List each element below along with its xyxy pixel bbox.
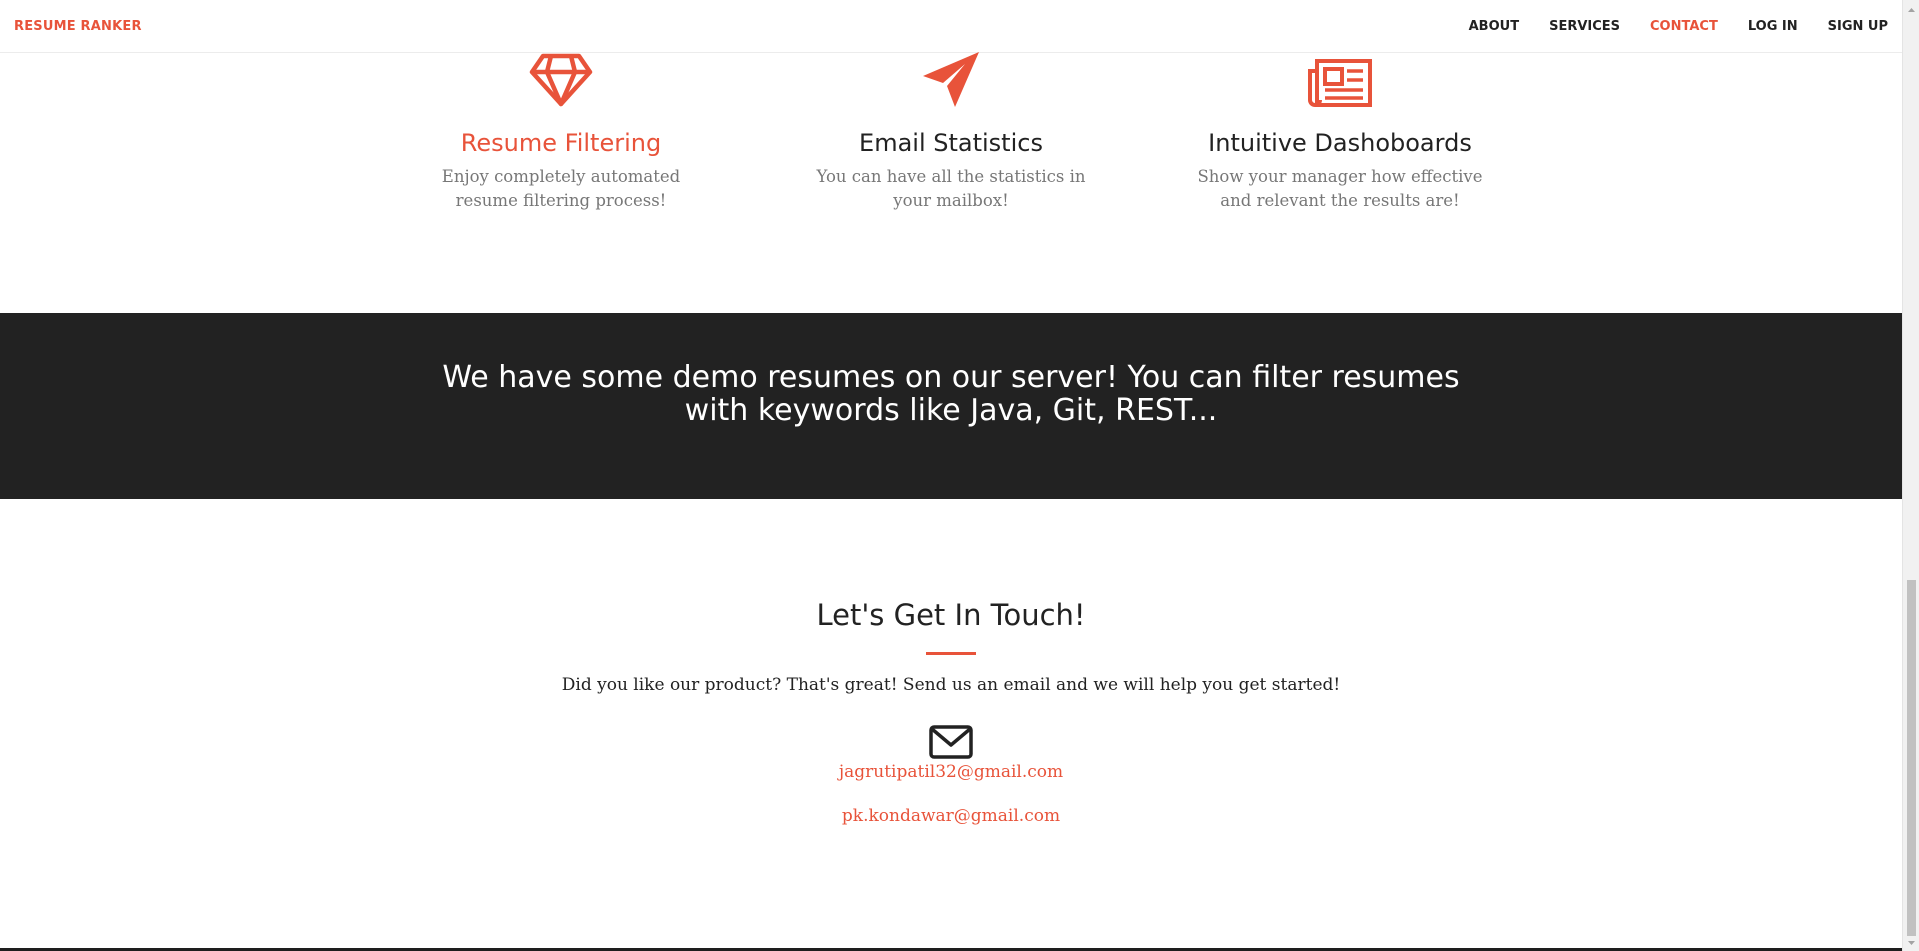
service-intuitive-dashboards: Intuitive Dashoboards Show your manager … <box>1170 52 1510 213</box>
nav-link-services[interactable]: SERVICES <box>1549 19 1620 34</box>
service-email-statistics: Email Statistics You can have all the st… <box>781 52 1121 213</box>
newspaper-icon <box>1170 52 1510 108</box>
contact-text: Did you like our product? That's great! … <box>561 675 1341 695</box>
scroll-up-arrow-icon[interactable] <box>1903 2 1919 16</box>
nav-link-contact[interactable]: CONTACT <box>1650 19 1718 34</box>
brand-logo-link[interactable]: RESUME RANKER <box>14 19 142 34</box>
service-resume-filtering: Resume Filtering Enjoy completely automa… <box>391 52 731 213</box>
diamond-icon <box>391 52 731 108</box>
service-description: Enjoy completely automated resume filter… <box>441 167 681 210</box>
email-link[interactable]: jagrutipatil32@gmail.com <box>0 762 1902 782</box>
nav-link-log-in[interactable]: LOG IN <box>1748 19 1798 34</box>
nav-link-sign-up[interactable]: SIGN UP <box>1828 19 1888 34</box>
nav-link-about[interactable]: ABOUT <box>1469 19 1519 34</box>
service-description: You can have all the statistics in your … <box>816 167 1086 210</box>
page-viewport: RESUME RANKER ABOUT SERVICES CONTACT LOG… <box>0 0 1902 948</box>
vertical-scrollbar[interactable] <box>1902 0 1919 951</box>
service-title: Resume Filtering <box>460 129 662 157</box>
service-title: Intuitive Dashoboards <box>1208 129 1472 157</box>
service-title: Email Statistics <box>859 129 1043 157</box>
demo-banner: We have some demo resumes on our server!… <box>0 313 1902 499</box>
service-description: Show your manager how effective and rele… <box>1197 167 1483 210</box>
title-divider <box>926 652 976 655</box>
navbar: RESUME RANKER ABOUT SERVICES CONTACT LOG… <box>0 2 1902 53</box>
email-link[interactable]: pk.kondawar@gmail.com <box>0 806 1902 826</box>
paper-plane-icon <box>781 52 1121 108</box>
scrollbar-thumb[interactable] <box>1907 580 1916 936</box>
demo-banner-text: We have some demo resumes on our server!… <box>442 360 1460 428</box>
contact-title: Let's Get In Touch! <box>816 598 1086 632</box>
scroll-down-arrow-icon[interactable] <box>1903 935 1919 949</box>
envelope-icon <box>929 724 973 764</box>
nav-menu: ABOUT SERVICES CONTACT LOG IN SIGN UP <box>1439 19 1888 34</box>
